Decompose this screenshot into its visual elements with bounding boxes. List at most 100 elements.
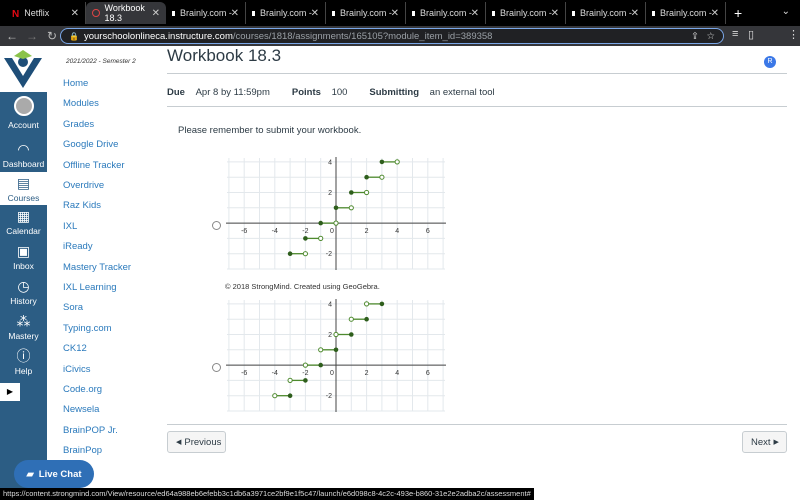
close-tab-icon[interactable]: ✕: [711, 8, 719, 19]
profile-avatar[interactable]: R: [764, 56, 776, 68]
tab-label: Netflix: [24, 8, 50, 18]
course-nav-item[interactable]: Raz Kids: [63, 200, 101, 211]
step-graph-a: -6 -4 -2 0 2 4 6 -2 2 4: [226, 157, 446, 270]
course-nav-item[interactable]: Grades: [63, 119, 94, 130]
page-title: Workbook 18.3: [167, 46, 282, 65]
course-nav-item[interactable]: IXL: [63, 221, 77, 232]
open-endpoint: [364, 189, 370, 196]
play-icon: ▶: [6, 387, 14, 396]
caret-left-icon: ◀: [176, 439, 182, 446]
nav-account[interactable]: Account: [0, 94, 47, 140]
course-nav-item[interactable]: Home: [63, 78, 88, 89]
next-button[interactable]: Next ▶: [742, 431, 787, 453]
submitting-label: Submitting: [369, 87, 420, 98]
clock-icon: ◷: [17, 278, 30, 294]
close-tab-icon[interactable]: ✕: [231, 8, 239, 19]
course-nav-item[interactable]: Google Drive: [63, 139, 118, 150]
answer-option-a-radio[interactable]: [212, 221, 221, 230]
close-tab-icon[interactable]: ✕: [391, 8, 399, 19]
status-bar-url: https://content.strongmind.com/View/reso…: [0, 488, 534, 500]
reload-icon[interactable]: ↻: [44, 29, 60, 43]
course-nav-item[interactable]: Modules: [63, 98, 99, 109]
book-icon: ▤: [16, 175, 31, 191]
tab-brainly[interactable]: Brainly.com - ✕: [326, 2, 406, 24]
live-chat-button[interactable]: ▰ Live Chat: [14, 460, 94, 488]
brainly-icon: [172, 10, 175, 16]
back-icon[interactable]: ←: [4, 29, 20, 43]
course-nav-item[interactable]: IXL Learning: [63, 282, 117, 293]
course-nav-item[interactable]: iCivics: [63, 364, 90, 375]
tab-brainly[interactable]: Brainly.com - ✕: [166, 2, 246, 24]
nav-courses[interactable]: ▤ Courses: [0, 172, 47, 205]
x-tick-label: 4: [395, 370, 399, 377]
calendar-icon: ▦: [16, 208, 31, 224]
side-panel-icon[interactable]: ▯: [748, 28, 754, 41]
open-endpoint: [348, 316, 354, 322]
course-nav-item[interactable]: BrainPOP Jr.: [63, 425, 118, 436]
nav-mastery[interactable]: ⁂ Mastery: [0, 310, 47, 345]
chevron-down-icon[interactable]: ⌄: [782, 6, 790, 17]
close-tab-icon[interactable]: ✕: [631, 8, 639, 19]
nav-label: Inbox: [13, 261, 34, 271]
menu-icon[interactable]: ⋮: [788, 28, 799, 41]
course-nav-item[interactable]: Typing.com: [63, 323, 112, 334]
nav-help[interactable]: ⓘ Help: [0, 345, 47, 380]
x-tick-label: -2: [302, 370, 308, 377]
assignment-details: Due Apr 8 by 11:59pm Points 100 Submitti…: [167, 87, 495, 98]
tab-brainly[interactable]: Brainly.com - ✕: [486, 2, 566, 24]
brainly-icon: [492, 10, 495, 16]
nav-history[interactable]: ◷ History: [0, 275, 47, 310]
expand-nav-button[interactable]: ▶: [0, 383, 20, 401]
course-nav-item[interactable]: BrainPop: [63, 445, 102, 456]
tab-brainly[interactable]: Brainly.com - ✕: [406, 2, 486, 24]
course-nav-item[interactable]: Code.org: [63, 384, 102, 395]
open-endpoint: [302, 251, 309, 257]
close-tab-icon[interactable]: ✕: [471, 8, 479, 19]
nav-inbox[interactable]: ▣ Inbox: [0, 240, 47, 275]
closed-endpoint: [303, 378, 308, 383]
close-tab-icon[interactable]: ✕: [551, 8, 559, 19]
points-label: Points: [291, 87, 321, 98]
new-tab-icon[interactable]: +: [734, 5, 742, 21]
term-label: 2021/2022 - Semester 2: [66, 58, 136, 65]
tab-brainly[interactable]: Brainly.com - ✕: [646, 2, 726, 24]
address-bar-row: ← → ↻ 🔒 yourschoolonlineca.instructure.c…: [0, 26, 800, 68]
x-tick-label: -2: [302, 228, 308, 235]
copyright-text: © 2018 StrongMind. Created using GeoGebr…: [225, 282, 380, 291]
y-tick-label: -2: [326, 251, 332, 258]
tab-netflix[interactable]: N Netflix ✕: [6, 2, 86, 24]
nav-dashboard[interactable]: ◠ Dashboard: [0, 138, 47, 172]
course-nav-item[interactable]: iReady: [63, 241, 93, 252]
tab-brainly[interactable]: Brainly.com - ✕: [566, 2, 646, 24]
course-nav-item[interactable]: CK12: [63, 343, 87, 354]
reading-list-icon[interactable]: ≡: [732, 28, 738, 40]
course-nav-item[interactable]: Mastery Tracker: [63, 262, 131, 273]
x-tick-label: -4: [272, 370, 278, 377]
course-nav-item[interactable]: Newsela: [63, 404, 99, 415]
nav-calendar[interactable]: ▦ Calendar: [0, 205, 47, 240]
close-tab-icon[interactable]: ✕: [152, 8, 160, 19]
tab-label: Brainly.com -: [260, 8, 312, 18]
inbox-icon: ▣: [16, 243, 31, 259]
x-tick-label: 6: [426, 228, 430, 235]
nav-label: History: [10, 296, 37, 306]
tab-workbook[interactable]: Workbook 18.3 ✕: [86, 2, 166, 24]
course-nav-item[interactable]: Offline Tracker: [63, 160, 125, 171]
star-icon[interactable]: ☆: [706, 31, 715, 42]
close-tab-icon[interactable]: ✕: [311, 8, 319, 19]
tab-label: Brainly.com -: [420, 8, 472, 18]
previous-button[interactable]: ◀ Previous: [167, 431, 226, 453]
close-tab-icon[interactable]: ✕: [71, 8, 79, 19]
url-input[interactable]: 🔒 yourschoolonlineca.instructure.com/cou…: [60, 28, 724, 44]
school-logo[interactable]: [0, 46, 47, 92]
share-icon[interactable]: ⇪: [691, 31, 699, 42]
course-nav-item[interactable]: Sora: [63, 302, 83, 313]
open-endpoint: [318, 235, 324, 242]
course-nav-item[interactable]: Overdrive: [63, 180, 104, 191]
live-chat-label: Live Chat: [38, 468, 82, 480]
answer-option-b-radio[interactable]: [212, 363, 221, 372]
forward-icon[interactable]: →: [24, 29, 40, 43]
tab-brainly[interactable]: Brainly.com - ✕: [246, 2, 326, 24]
nav-label: Dashboard: [2, 159, 45, 169]
netflix-icon: N: [12, 9, 20, 20]
